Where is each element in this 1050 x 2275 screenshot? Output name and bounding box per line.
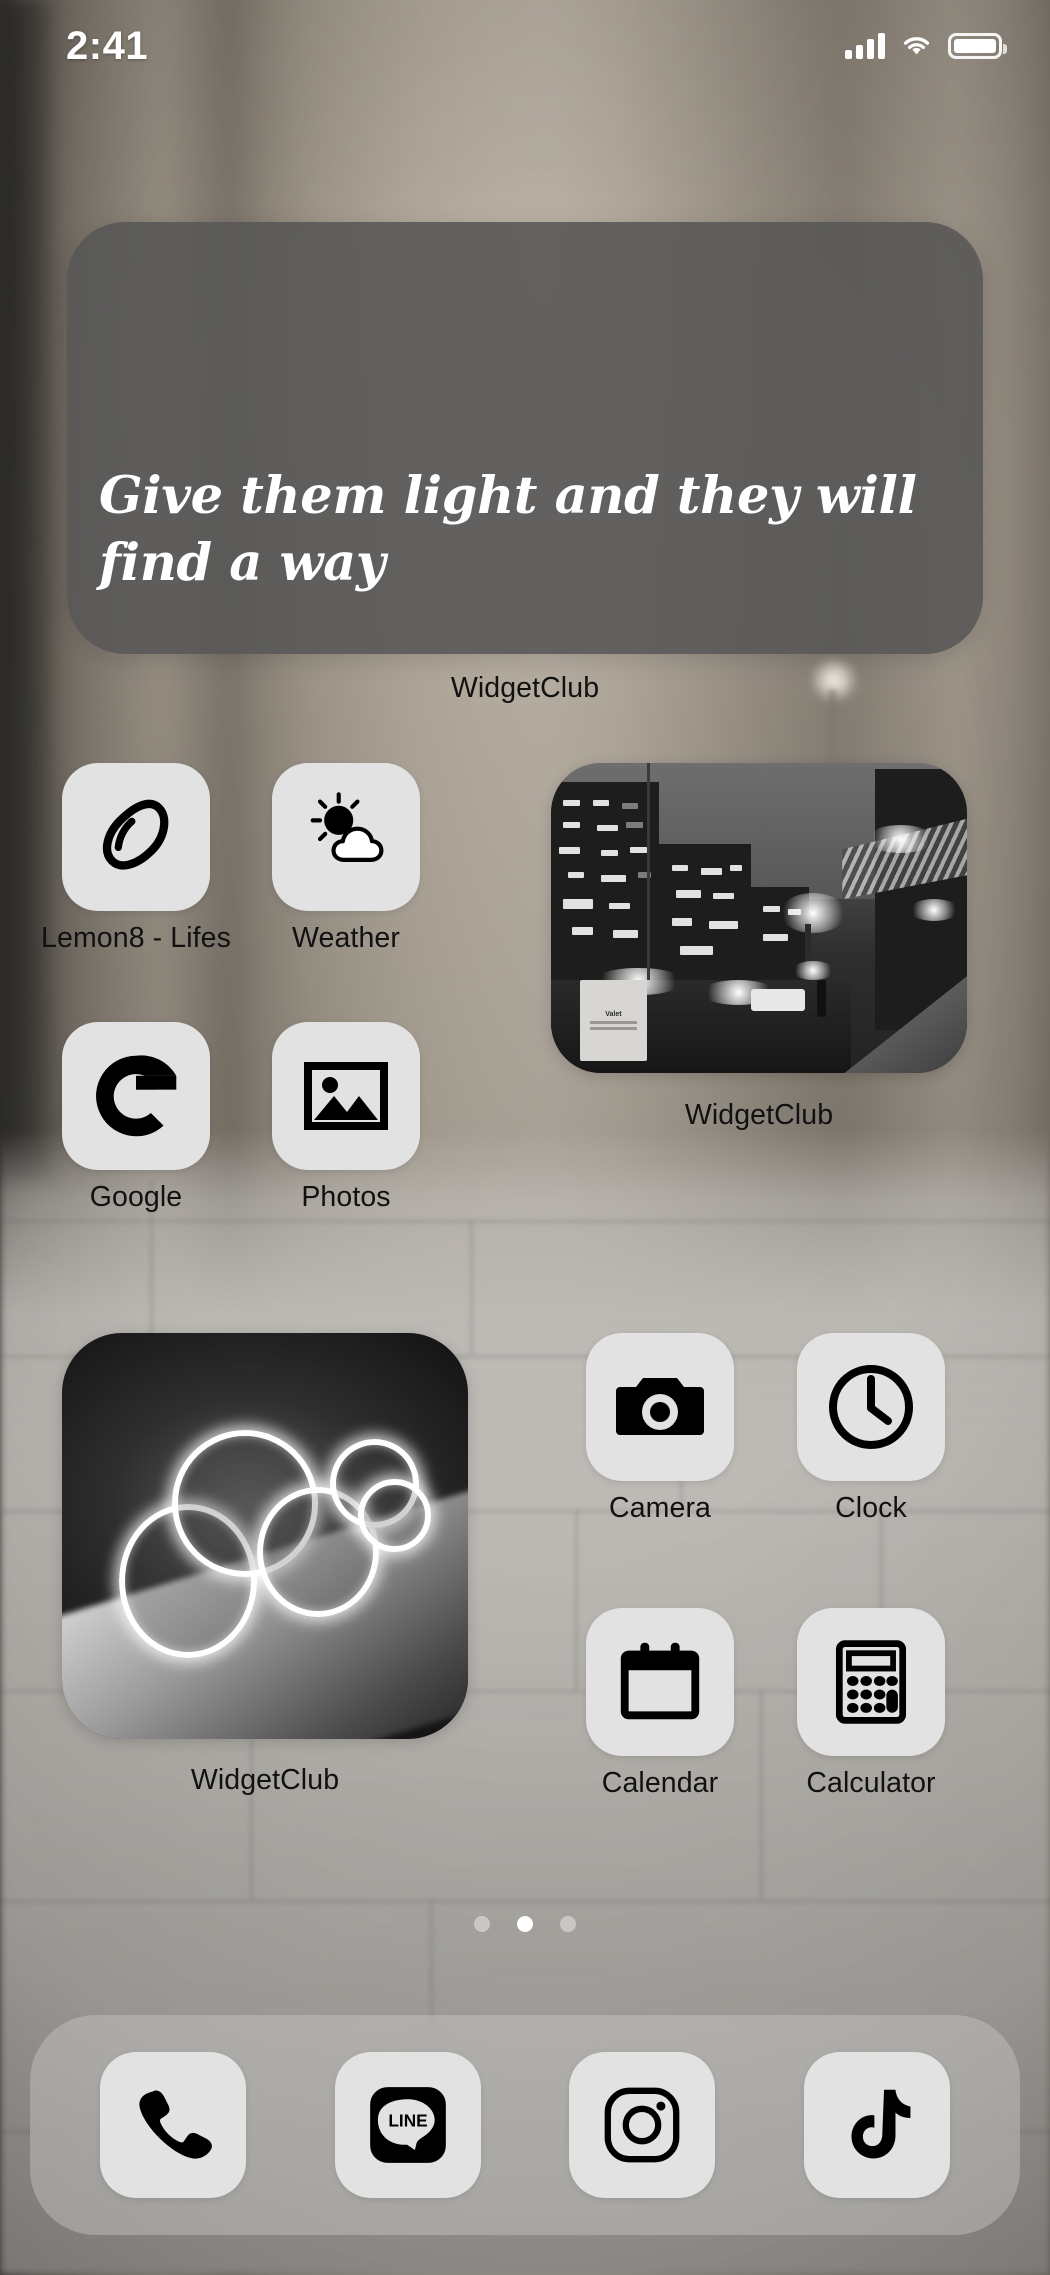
app-icon-tile[interactable]: [797, 1333, 945, 1481]
app-icon-tile[interactable]: [586, 1608, 734, 1756]
wifi-icon: [903, 37, 930, 55]
app-clock[interactable]: Clock: [797, 1333, 945, 1525]
dock-app-instagram[interactable]: [569, 2052, 716, 2198]
app-label: Calculator: [806, 1767, 936, 1799]
app-calendar[interactable]: Calendar: [586, 1608, 734, 1800]
camera-icon: [616, 1378, 704, 1435]
app-weather[interactable]: Weather: [272, 763, 420, 955]
app-icon-tile[interactable]: [797, 1608, 945, 1756]
photo-widget-city[interactable]: Valet: [551, 763, 967, 1073]
status-bar-time: 2:41: [66, 23, 149, 68]
app-icon-tile[interactable]: [272, 763, 420, 911]
neon-cloud-sign-photo: [62, 1333, 468, 1739]
lemon-icon: [102, 799, 169, 870]
line-icon-glyph: LINE: [388, 2111, 427, 2131]
dock-app-tiktok[interactable]: [803, 2052, 950, 2198]
dock-app-line[interactable]: LINE: [334, 2052, 481, 2198]
page-indicator[interactable]: [0, 1916, 1050, 1932]
photo-widget-neon-caption: WidgetClub: [190, 1764, 340, 1796]
app-label: Calendar: [601, 1767, 719, 1799]
app-label: Lemon8 - Lifes: [41, 922, 231, 954]
iphone-home-screen: 2:41 Give them light and they will find …: [0, 0, 1050, 2275]
app-google[interactable]: Google: [62, 1022, 210, 1214]
app-label: Clock: [835, 1492, 907, 1524]
app-icon-tile[interactable]: [62, 763, 210, 911]
status-bar: 2:41: [0, 0, 1050, 92]
photo-frame-icon: [304, 1062, 388, 1130]
app-label: Photos: [301, 1181, 391, 1213]
night-city-street-photo: Valet: [551, 763, 967, 1073]
quote-widget-caption: WidgetClub: [450, 672, 600, 704]
instagram-icon: [604, 2087, 680, 2163]
valet-sign-title: Valet: [605, 1010, 622, 1018]
sun-cloud-icon: [310, 792, 384, 862]
app-lemon8[interactable]: Lemon8 - Lifes: [41, 763, 231, 955]
app-photos[interactable]: Photos: [272, 1022, 420, 1214]
valet-sign: Valet: [580, 980, 647, 1061]
tiktok-icon: [851, 2089, 911, 2159]
app-icon-tile[interactable]: [586, 1333, 734, 1481]
app-label: Camera: [609, 1492, 711, 1524]
google-g-icon: [96, 1055, 177, 1137]
app-icon-tile[interactable]: [62, 1022, 210, 1170]
app-calculator[interactable]: Calculator: [797, 1608, 945, 1800]
battery-full-icon: [948, 33, 1007, 59]
app-label: Weather: [292, 922, 400, 954]
photo-widget-neon-cloud[interactable]: [62, 1333, 468, 1739]
signal-bars-icon: [845, 33, 885, 59]
quote-widget[interactable]: Give them light and they will find a way: [67, 222, 983, 654]
clock-icon: [829, 1365, 913, 1449]
dock: LINE: [30, 2015, 1020, 2235]
status-bar-indicators: [845, 33, 1007, 59]
page-dot-3[interactable]: [560, 1916, 576, 1932]
calculator-icon: [835, 1640, 907, 1724]
phone-icon: [139, 2090, 213, 2159]
app-camera[interactable]: Camera: [586, 1333, 734, 1525]
photo-widget-city-caption: WidgetClub: [684, 1099, 834, 1131]
home-screen-grid: Give them light and they will find a way…: [0, 0, 1050, 2275]
dock-app-phone[interactable]: [100, 2052, 247, 2198]
quote-widget-text: Give them light and they will find a way: [99, 466, 917, 593]
line-icon: LINE: [369, 2087, 446, 2163]
calendar-icon: [620, 1642, 700, 1720]
app-label: Google: [89, 1181, 183, 1213]
page-dot-1[interactable]: [474, 1916, 490, 1932]
page-dot-2-active[interactable]: [517, 1916, 533, 1932]
app-icon-tile[interactable]: [272, 1022, 420, 1170]
